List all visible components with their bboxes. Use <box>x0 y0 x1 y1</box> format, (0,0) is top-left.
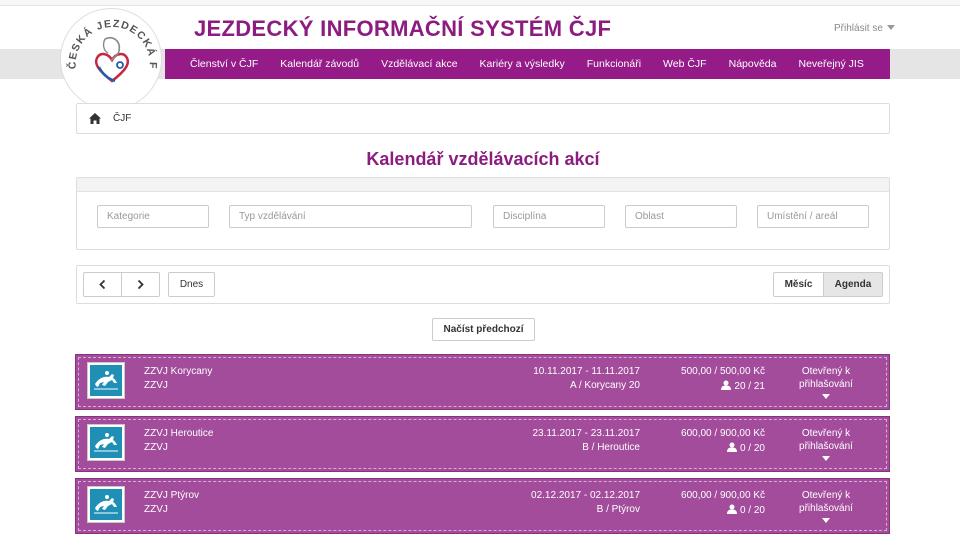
load-previous-button[interactable]: Načíst předchozí <box>432 318 535 341</box>
filter-panel-header <box>77 178 889 192</box>
event-thumbnail <box>87 424 125 461</box>
event-status[interactable]: Otevřený k přihlašování <box>781 427 871 461</box>
event-capacity-value: 0 / 20 <box>739 443 765 454</box>
event-name: ZZVJ Ptýrov <box>144 490 200 501</box>
site-title: JEZDECKÝ INFORMAČNÍ SYSTÉM ČJF <box>194 16 612 41</box>
event-row-frame <box>78 357 887 407</box>
nav-item-careers-results[interactable]: Kariéry a výsledky <box>469 49 576 79</box>
chevron-right-icon <box>137 280 144 289</box>
event-name: ZZVJ Korycany <box>144 366 213 377</box>
user-icon <box>726 442 737 452</box>
discipline-filter-input[interactable] <box>493 205 605 228</box>
top-strip <box>0 0 960 6</box>
event-thumbnail <box>87 486 125 523</box>
event-capacity: 0 / 20 <box>656 442 765 454</box>
event-status[interactable]: Otevřený k přihlašování <box>781 489 871 523</box>
event-capacity: 0 / 20 <box>656 504 765 516</box>
event-price: 600,00 / 900,00 Kč <box>681 490 765 501</box>
nav-item-help[interactable]: Nápověda <box>718 49 788 79</box>
event-status-line2: přihlašování <box>799 503 853 514</box>
expand-down-icon[interactable] <box>822 394 830 399</box>
event-status-line1: Otevřený k <box>801 366 851 377</box>
login-label: Přihlásit se <box>834 23 883 34</box>
event-row[interactable]: ZZVJ Heroutice ZZVJ 23.11.2017 - 23.11.2… <box>75 416 890 472</box>
horse-jumping-icon <box>94 433 118 452</box>
main-navigation: Členství v ČJF Kalendář závodů Vzdělávac… <box>165 49 890 79</box>
education-type-filter-input[interactable] <box>229 205 472 228</box>
event-dates: 23.11.2017 - 23.11.2017 <box>532 428 641 439</box>
breadcrumb: ČJF <box>76 103 890 134</box>
today-button[interactable]: Dnes <box>168 272 215 297</box>
event-row-frame <box>78 481 887 531</box>
event-status-line1: Otevřený k <box>801 428 851 439</box>
event-category: ZZVJ <box>144 380 168 391</box>
event-dates: 10.11.2017 - 11.11.2017 <box>533 366 640 377</box>
user-icon <box>726 504 737 514</box>
category-filter-input[interactable] <box>97 205 209 228</box>
event-category: ZZVJ <box>144 442 168 453</box>
nav-item-private-jis[interactable]: Neveřejný JIS <box>787 49 874 79</box>
event-capacity-value: 0 / 20 <box>739 505 765 516</box>
event-location: B / Heroutice <box>582 442 640 453</box>
calendar-toolbar: Dnes Měsíc Agenda <box>76 265 890 304</box>
event-row[interactable]: ZZVJ Korycany ZZVJ 10.11.2017 - 11.11.20… <box>75 354 890 410</box>
event-capacity: 20 / 21 <box>656 380 765 392</box>
event-row[interactable]: ZZVJ Ptýrov ZZVJ 02.12.2017 - 02.12.2017… <box>75 478 890 534</box>
region-filter-input[interactable] <box>625 205 737 228</box>
event-category: ZZVJ <box>144 504 168 515</box>
event-price: 500,00 / 500,00 Kč <box>681 366 765 377</box>
home-icon[interactable] <box>89 113 101 124</box>
nav-item-competition-calendar[interactable]: Kalendář závodů <box>269 49 370 79</box>
expand-down-icon[interactable] <box>822 456 830 461</box>
nav-item-officials[interactable]: Funkcionáři <box>576 49 652 79</box>
page: ČESKÁ JEZDECKÁ FEDERACE JEZDECKÝ INFORMA… <box>0 0 960 540</box>
login-link[interactable]: Přihlásit se <box>834 23 895 34</box>
svg-text:ČESKÁ JEZDECKÁ FEDERACE: ČESKÁ JEZDECKÁ FEDERACE <box>61 9 159 70</box>
event-location: A / Korycany 20 <box>569 380 640 391</box>
event-row-frame <box>78 419 887 469</box>
user-icon <box>721 380 732 390</box>
venue-filter-input[interactable] <box>757 205 869 228</box>
event-status[interactable]: Otevřený k přihlašování <box>781 365 871 399</box>
event-location: B / Ptýrov <box>596 504 640 515</box>
event-capacity-value: 20 / 21 <box>734 381 765 392</box>
event-status-line2: přihlašování <box>799 379 853 390</box>
nav-item-membership[interactable]: Členství v ČJF <box>175 49 269 79</box>
horse-jumping-icon <box>94 371 118 390</box>
filter-panel <box>76 177 890 250</box>
previous-button[interactable] <box>83 272 122 297</box>
horse-jumping-icon <box>94 495 118 514</box>
event-status-line1: Otevřený k <box>801 490 851 501</box>
event-dates: 02.12.2017 - 02.12.2017 <box>531 490 640 501</box>
breadcrumb-item-cjf[interactable]: ČJF <box>113 113 131 124</box>
federation-logo[interactable]: ČESKÁ JEZDECKÁ FEDERACE <box>60 8 162 110</box>
next-button[interactable] <box>121 272 160 297</box>
month-view-button[interactable]: Měsíc <box>773 272 824 297</box>
event-status-line2: přihlašování <box>799 441 853 452</box>
caret-down-icon <box>886 25 895 30</box>
page-heading: Kalendář vzdělávacích akcí <box>366 149 600 169</box>
event-name: ZZVJ Heroutice <box>144 428 214 439</box>
nav-item-web-cjf[interactable]: Web ČJF <box>652 49 718 79</box>
logo-emblem-icon: ČESKÁ JEZDECKÁ FEDERACE <box>61 9 159 83</box>
event-thumbnail <box>87 362 125 399</box>
logo-text: ČESKÁ JEZDECKÁ FEDERACE <box>61 9 158 70</box>
chevron-left-icon <box>99 280 106 289</box>
nav-item-education-events[interactable]: Vzdělávací akce <box>370 49 468 79</box>
event-price: 600,00 / 900,00 Kč <box>681 428 765 439</box>
expand-down-icon[interactable] <box>822 518 830 523</box>
agenda-view-button[interactable]: Agenda <box>823 272 883 297</box>
